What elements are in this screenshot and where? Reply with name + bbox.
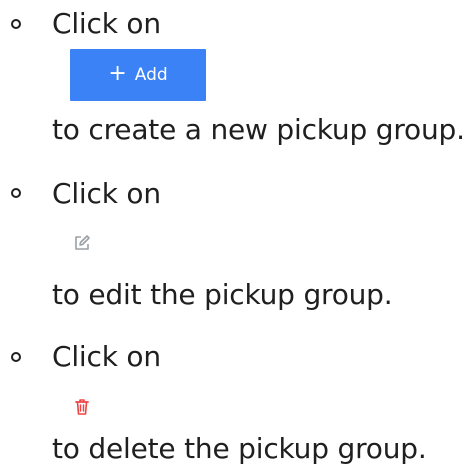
hollow-bullet-icon [11, 19, 21, 29]
click-on-text: Click on [52, 340, 161, 373]
plus-icon: + [108, 61, 127, 86]
add-button-label: Add [134, 65, 168, 85]
hollow-bullet-icon [11, 188, 21, 198]
hollow-bullet-icon [11, 352, 21, 362]
delete-description: to delete the pickup group. [52, 432, 427, 465]
edit-description: to edit the pickup group. [52, 278, 393, 311]
click-on-text: Click on [52, 177, 161, 210]
trash-icon[interactable] [72, 397, 92, 417]
edit-icon[interactable] [72, 233, 92, 253]
click-on-text: Click on [52, 7, 161, 40]
add-description: to create a new pickup group. [52, 113, 465, 146]
add-button[interactable]: + Add [70, 49, 206, 101]
instruction-list: Click on + Add to create a new pickup gr… [0, 0, 473, 475]
